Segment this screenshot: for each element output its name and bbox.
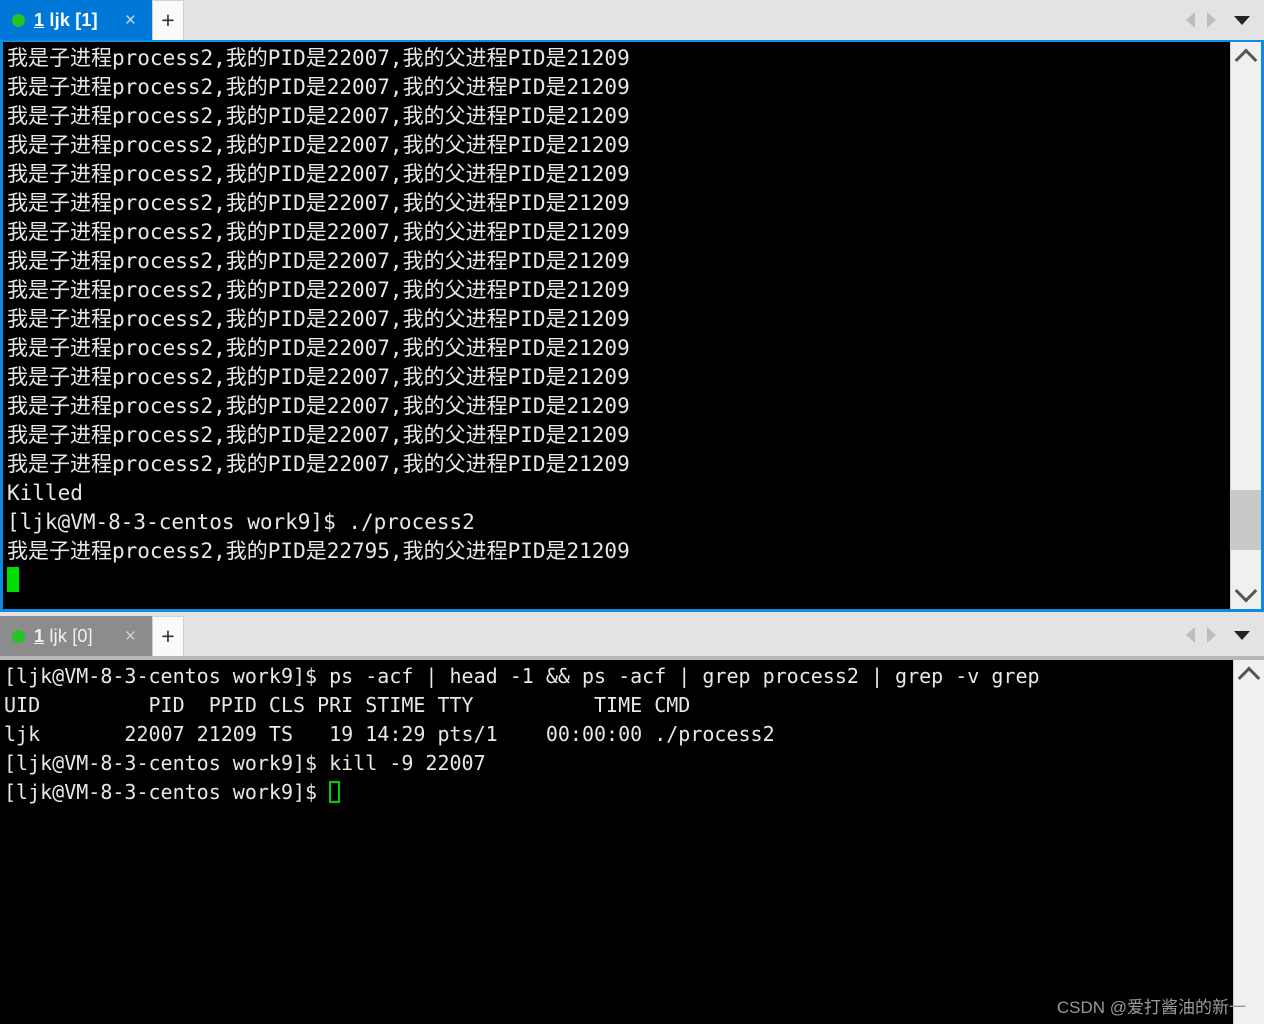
terminal-screen-bottom[interactable]: [ljk@VM-8-3-centos work9]$ ps -acf | hea… (0, 660, 1233, 1024)
tab-status-dot-icon (12, 13, 25, 27)
tab-nav-controls-top (1186, 0, 1264, 40)
terminal-line: 我是子进程process2,我的PID是22007,我的父进程PID是21209 (7, 133, 630, 157)
scrollbar-track-top[interactable] (1231, 72, 1261, 579)
tab-bar-bottom: 1 ljk [0] × + (0, 612, 1264, 656)
terminal-line: 我是子进程process2,我的PID是22007,我的父进程PID是21209 (7, 307, 630, 331)
terminal-line: 我是子进程process2,我的PID是22007,我的父进程PID是21209 (7, 452, 630, 476)
tab-close-icon[interactable]: × (115, 627, 146, 646)
chevron-down-icon (1234, 579, 1258, 603)
scroll-up-button-top[interactable] (1231, 42, 1261, 72)
terminal-line: 我是子进程process2,我的PID是22007,我的父进程PID是21209 (7, 75, 630, 99)
triangle-right-icon[interactable] (1207, 12, 1216, 28)
terminal-line: [ljk@VM-8-3-centos work9]$ ./process2 (7, 510, 475, 534)
terminal-line: 我是子进程process2,我的PID是22795,我的父进程PID是21209 (7, 539, 630, 563)
terminal-line: 我是子进程process2,我的PID是22007,我的父进程PID是21209 (7, 336, 630, 360)
scrollbar-thumb-top[interactable] (1231, 490, 1261, 550)
terminal-line: [ljk@VM-8-3-centos work9]$ ps -acf | hea… (4, 664, 1040, 688)
terminal-body-top: 我是子进程process2,我的PID是22007,我的父进程PID是21209… (0, 40, 1264, 612)
terminal-line: 我是子进程process2,我的PID是22007,我的父进程PID是21209 (7, 278, 630, 302)
triangle-right-icon[interactable] (1207, 627, 1216, 643)
new-tab-button-top[interactable]: + (152, 0, 184, 40)
scrollbar-track-bottom[interactable] (1234, 690, 1264, 1024)
terminal-line: 我是子进程process2,我的PID是22007,我的父进程PID是21209 (7, 104, 630, 128)
terminal-line: 我是子进程process2,我的PID是22007,我的父进程PID是21209 (7, 191, 630, 215)
tab-status-dot-icon (12, 629, 25, 643)
terminal-line: 我是子进程process2,我的PID是22007,我的父进程PID是21209 (7, 423, 630, 447)
caret-down-icon[interactable] (1234, 630, 1250, 640)
terminal-line: UID PID PPID CLS PRI STIME TTY TIME CMD (4, 693, 691, 717)
triangle-left-icon[interactable] (1186, 627, 1195, 643)
terminal-body-bottom: [ljk@VM-8-3-centos work9]$ ps -acf | hea… (0, 660, 1264, 1024)
terminal-pane-top: 1 ljk [1] × + 我是子进程process2,我的PID是22007,… (0, 0, 1264, 612)
new-tab-button-bottom[interactable]: + (152, 616, 184, 656)
terminal-line: 我是子进程process2,我的PID是22007,我的父进程PID是21209 (7, 162, 630, 186)
tab-bar-spacer-bottom (184, 616, 1186, 656)
tab-ljk-0[interactable]: 1 ljk [0] × (0, 616, 152, 656)
terminal-cursor (7, 567, 19, 592)
tab-label-bottom: 1 ljk [0] (34, 625, 93, 646)
terminal-line: 我是子进程process2,我的PID是22007,我的父进程PID是21209 (7, 46, 630, 70)
terminal-line: 我是子进程process2,我的PID是22007,我的父进程PID是21209 (7, 365, 630, 389)
terminal-application-window: 1 ljk [1] × + 我是子进程process2,我的PID是22007,… (0, 0, 1264, 1024)
tab-bar-top: 1 ljk [1] × + (0, 0, 1264, 40)
triangle-left-icon[interactable] (1186, 12, 1195, 28)
tab-label-top: 1 ljk [1] (34, 9, 98, 30)
chevron-up-icon (1237, 666, 1261, 690)
terminal-pane-bottom: 1 ljk [0] × + [ljk@VM-8-3-centos work9]$… (0, 612, 1264, 1024)
terminal-line: ljk 22007 21209 TS 19 14:29 pts/1 00:00:… (4, 722, 775, 746)
caret-down-icon[interactable] (1234, 15, 1250, 25)
terminal-line: [ljk@VM-8-3-centos work9]$ (4, 778, 1233, 807)
scrollbar-bottom[interactable] (1233, 660, 1264, 1024)
chevron-up-icon (1234, 48, 1258, 72)
terminal-line: Killed (7, 481, 83, 505)
scroll-up-button-bottom[interactable] (1234, 660, 1264, 690)
tab-close-icon[interactable]: × (115, 11, 146, 30)
terminal-line: 我是子进程process2,我的PID是22007,我的父进程PID是21209 (7, 220, 630, 244)
csdn-watermark: CSDN @爱打酱油的新一 (1056, 998, 1246, 1017)
terminal-line: 我是子进程process2,我的PID是22007,我的父进程PID是21209 (7, 394, 630, 418)
tab-bar-spacer-top (184, 0, 1186, 40)
terminal-screen-top[interactable]: 我是子进程process2,我的PID是22007,我的父进程PID是21209… (3, 42, 1230, 609)
tab-ljk-1[interactable]: 1 ljk [1] × (0, 0, 152, 40)
terminal-line: 我是子进程process2,我的PID是22007,我的父进程PID是21209 (7, 249, 630, 273)
terminal-line: [ljk@VM-8-3-centos work9]$ kill -9 22007 (4, 751, 486, 775)
terminal-cursor (329, 781, 341, 803)
scroll-down-button-top[interactable] (1231, 579, 1261, 609)
scrollbar-top[interactable] (1230, 42, 1261, 609)
tab-nav-controls-bottom (1186, 627, 1264, 645)
terminal-cursor-line (7, 566, 1230, 595)
